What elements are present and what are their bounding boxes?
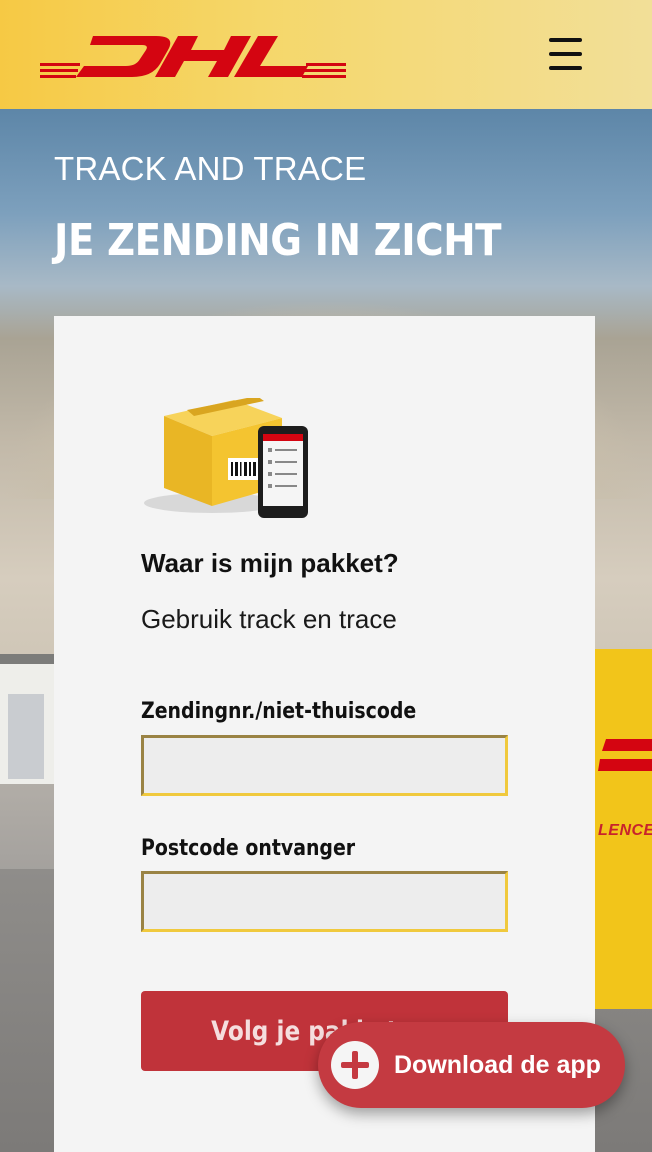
van-text: LENCE — [598, 822, 652, 839]
download-app-button[interactable]: Download de app — [318, 1022, 625, 1108]
shipment-number-input[interactable] — [141, 735, 508, 796]
menu-button[interactable] — [546, 34, 586, 74]
package-with-phone-icon — [144, 398, 308, 518]
hero-headline: JE ZENDING IN ZICHT — [54, 215, 502, 266]
plus-circle-icon — [331, 1041, 379, 1089]
card-subtitle: Gebruik track en trace — [141, 604, 397, 634]
dhl-logo[interactable] — [38, 30, 348, 82]
hamburger-icon — [549, 38, 582, 42]
download-app-label: Download de app — [394, 1050, 601, 1079]
postcode-label: Postcode ontvanger — [141, 836, 356, 861]
site-header — [0, 0, 652, 109]
card-title: Waar is mijn pakket? — [141, 548, 399, 578]
shipment-number-label: Zendingnr./niet-thuiscode — [141, 699, 417, 724]
postcode-input[interactable] — [141, 871, 508, 932]
hero-eyebrow: TRACK AND TRACE — [54, 150, 367, 187]
